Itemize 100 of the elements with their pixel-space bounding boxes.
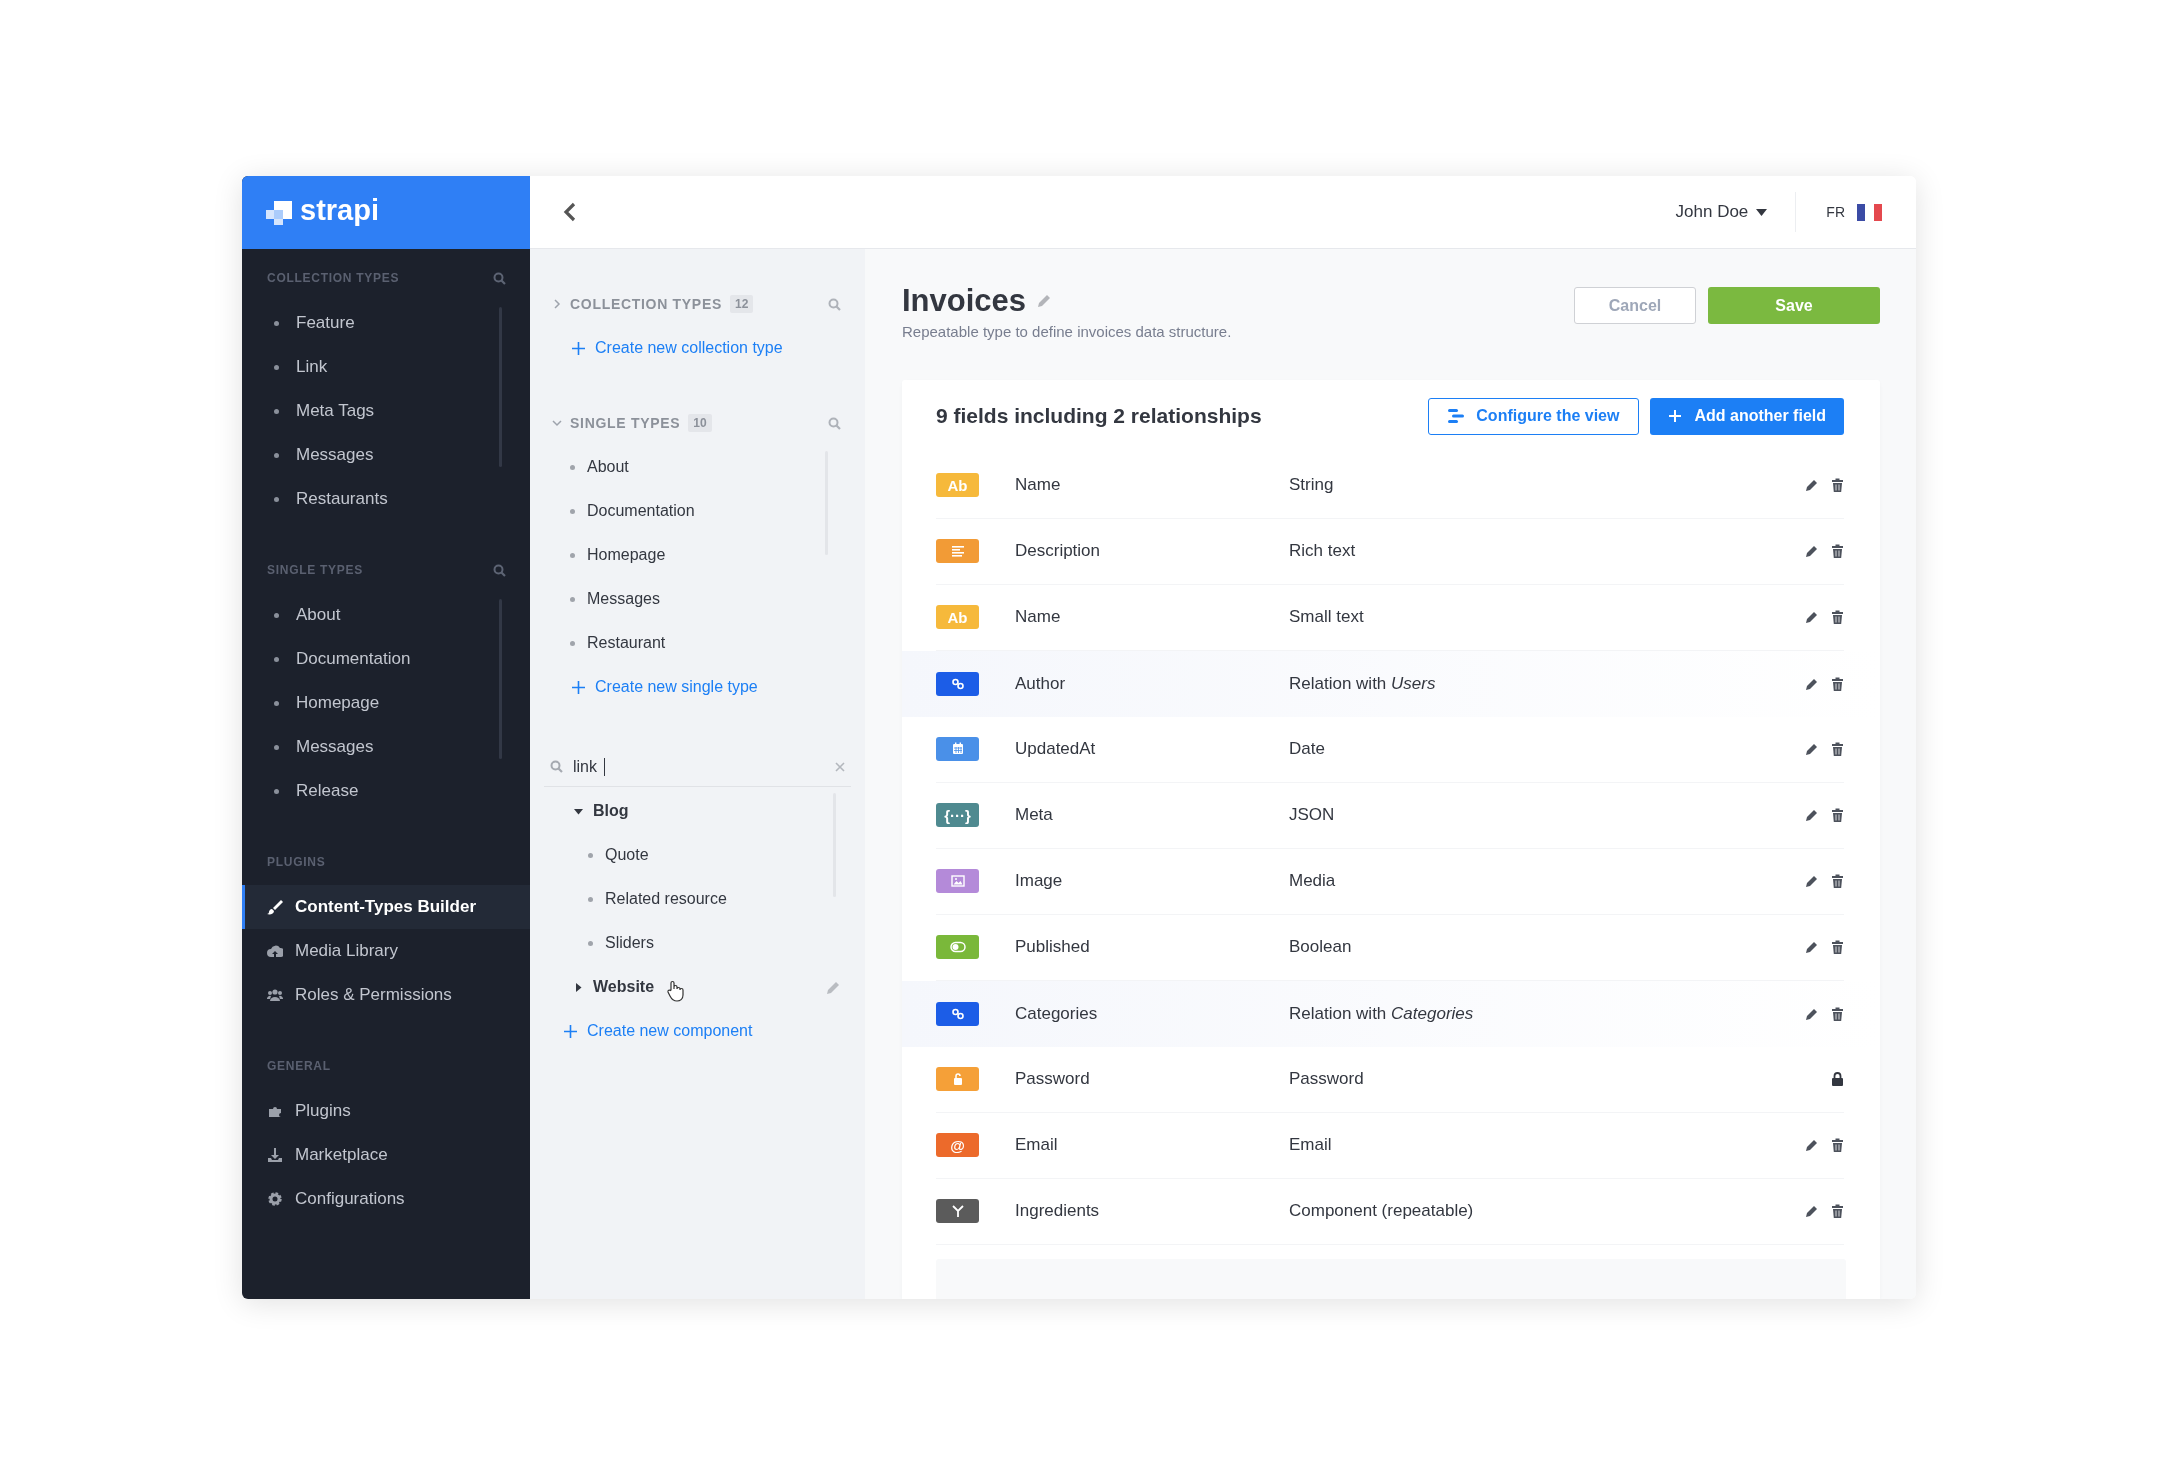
field-type: Email xyxy=(1289,1134,1333,1157)
hand-cursor-icon xyxy=(666,980,685,1002)
sidebar-item[interactable]: Feature xyxy=(242,301,530,345)
component-category[interactable]: Blog xyxy=(530,789,865,833)
bullet-icon xyxy=(274,700,279,706)
search-field[interactable]: link xyxy=(573,754,604,779)
brush-icon xyxy=(267,899,283,915)
sidebar-item[interactable]: About xyxy=(242,593,530,637)
sidebar-item[interactable]: Release xyxy=(242,769,530,813)
edit-button[interactable] xyxy=(1805,478,1819,492)
configure-view-button[interactable]: Configure the view xyxy=(1428,397,1640,435)
sidebar-item[interactable]: Messages xyxy=(242,725,530,769)
content-type-item[interactable]: Messages xyxy=(530,577,865,621)
pencil-icon xyxy=(1805,742,1819,756)
field-type: Media xyxy=(1289,870,1337,893)
sidebar-item[interactable]: Meta Tags xyxy=(242,389,530,433)
user-menu[interactable]: John Doe xyxy=(1675,192,1797,232)
create-link[interactable]: Create new single type xyxy=(572,665,758,709)
sidebar-menu-item[interactable]: Media Library xyxy=(242,929,530,973)
delete-button[interactable] xyxy=(1831,676,1844,691)
count-badge: 10 xyxy=(688,414,712,432)
sidebar-menu-item[interactable]: Roles & Permissions xyxy=(242,973,530,1017)
sidebar-item[interactable]: Messages xyxy=(242,433,530,477)
pencil-icon xyxy=(1805,808,1819,822)
delete-button[interactable] xyxy=(1831,742,1844,756)
section-heading: SINGLE TYPES xyxy=(267,562,363,579)
logo-icon xyxy=(266,200,292,225)
delete-button[interactable] xyxy=(1831,610,1844,624)
sidebar-item[interactable]: Link xyxy=(242,345,530,389)
delete-button[interactable] xyxy=(1831,1204,1844,1218)
sidebar-menu-item[interactable]: Content-Types Builder xyxy=(242,885,530,929)
component-category[interactable]: Website xyxy=(530,965,865,1009)
plus-icon xyxy=(564,1024,577,1038)
component-item[interactable]: Quote xyxy=(530,833,865,877)
delete-button[interactable] xyxy=(1831,808,1844,822)
content-type-item[interactable]: Documentation xyxy=(530,489,865,533)
pencil-icon xyxy=(1805,1006,1819,1021)
settings-icon xyxy=(267,1191,283,1207)
field-name: Ingredients xyxy=(1015,1200,1101,1223)
search-button[interactable] xyxy=(493,563,506,577)
trash-icon xyxy=(1831,940,1844,954)
edit-button[interactable] xyxy=(1805,1138,1819,1152)
edit-button[interactable] xyxy=(1805,742,1819,756)
field-name: Name xyxy=(1015,606,1062,629)
content-type-item[interactable]: About xyxy=(530,445,865,489)
delete-button[interactable] xyxy=(1831,874,1844,888)
search-icon xyxy=(493,563,506,577)
delete-button[interactable] xyxy=(1831,1138,1844,1152)
bullet-icon xyxy=(588,896,593,902)
edit-button[interactable] xyxy=(1805,544,1819,558)
trash-icon xyxy=(1831,478,1844,492)
section-heading: COLLECTION TYPES xyxy=(267,270,400,287)
edit-button[interactable] xyxy=(1805,874,1819,888)
paragraph-icon xyxy=(949,543,966,559)
plus-icon xyxy=(572,680,585,694)
search-icon xyxy=(828,416,841,430)
pencil-icon xyxy=(1805,610,1819,624)
field-type: Relation with Users xyxy=(1289,672,1437,695)
pencil-icon xyxy=(1805,1138,1819,1152)
trash-icon xyxy=(1831,1138,1844,1152)
edit-button[interactable] xyxy=(1805,940,1819,954)
field-name: Author xyxy=(1015,672,1067,695)
delete-button[interactable] xyxy=(1831,478,1844,492)
component-item[interactable]: Related resource xyxy=(530,877,865,921)
delete-button[interactable] xyxy=(1831,544,1844,558)
sidebar-item[interactable]: Restaurants xyxy=(242,477,530,521)
add-field-button[interactable]: Add another field xyxy=(1650,397,1844,435)
text-cursor xyxy=(604,757,605,776)
logo-text: strapi xyxy=(300,196,379,228)
search-button[interactable] xyxy=(493,271,506,285)
component-item[interactable]: Sliders xyxy=(530,921,865,965)
pencil-icon xyxy=(1805,874,1819,888)
toggle-icon xyxy=(949,939,966,955)
field-name: Categories xyxy=(1015,1002,1099,1025)
sidebar-item[interactable]: Homepage xyxy=(242,681,530,725)
delete-button[interactable] xyxy=(1831,1006,1844,1021)
language-switcher[interactable]: FR xyxy=(1796,201,1916,223)
image-icon xyxy=(949,873,966,889)
caret-icon xyxy=(1756,208,1768,216)
create-link[interactable]: Create new collection type xyxy=(572,326,783,370)
edit-button[interactable] xyxy=(1805,1204,1819,1218)
sidebar-menu-item[interactable]: Configurations xyxy=(242,1177,530,1221)
delete-button[interactable] xyxy=(1831,940,1844,954)
field-name: Password xyxy=(1015,1068,1091,1091)
bullet-icon xyxy=(274,496,279,502)
sidebar-menu-item[interactable]: Plugins xyxy=(242,1089,530,1133)
trash-icon xyxy=(1831,676,1844,691)
sidebar-item[interactable]: Documentation xyxy=(242,637,530,681)
edit-button[interactable] xyxy=(1805,1006,1819,1021)
field-type: Small text xyxy=(1289,606,1365,629)
edit-button[interactable] xyxy=(1805,808,1819,822)
field-type: Component (repeatable) xyxy=(1289,1200,1475,1223)
edit-button[interactable] xyxy=(1805,676,1819,691)
content-type-item[interactable]: Restaurant xyxy=(530,621,865,665)
sidebar-menu-item[interactable]: Marketplace xyxy=(242,1133,530,1177)
bullet-icon xyxy=(274,744,279,750)
edit-button[interactable] xyxy=(1805,610,1819,624)
content-type-item[interactable]: Homepage xyxy=(530,533,865,577)
search-icon xyxy=(493,271,506,285)
create-link[interactable]: Create new component xyxy=(530,1009,865,1053)
